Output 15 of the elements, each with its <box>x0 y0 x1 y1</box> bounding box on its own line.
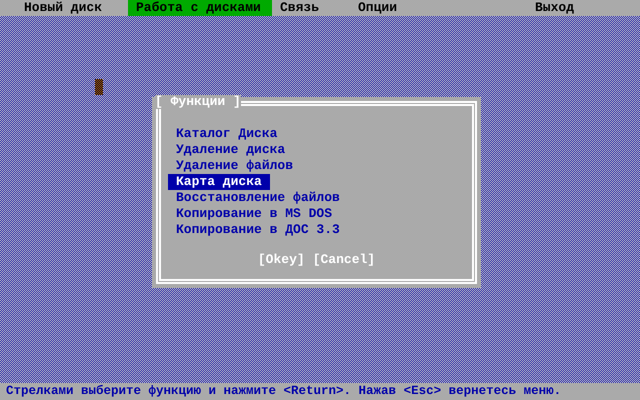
status-bar: Стрелками выберите функцию и нажмите <Return>. Нажав <Esc> вернетесь меню. <box>0 383 640 400</box>
function-item[interactable]: Удаление файлов <box>168 158 302 174</box>
cursor-icon <box>95 79 103 95</box>
menu-item[interactable]: Связь <box>272 0 350 16</box>
function-item[interactable]: Копирование в ДОС 3.3 <box>168 222 348 238</box>
function-item[interactable]: Удаление диска <box>168 142 294 158</box>
function-item[interactable]: Копирование в MS DOS <box>168 206 340 222</box>
menu-item[interactable]: Работа с дисками <box>128 0 272 16</box>
function-item[interactable]: Восстановление файлов <box>168 190 348 206</box>
dialog-title: [ Функции ] <box>155 95 241 109</box>
menu-item[interactable]: Новый диск <box>16 0 128 16</box>
menu-item[interactable]: Опции <box>350 0 527 16</box>
menu-item[interactable]: Выход <box>527 0 617 16</box>
function-item[interactable]: Каталог Диска <box>168 126 286 142</box>
function-item[interactable]: Карта диска <box>168 174 270 190</box>
